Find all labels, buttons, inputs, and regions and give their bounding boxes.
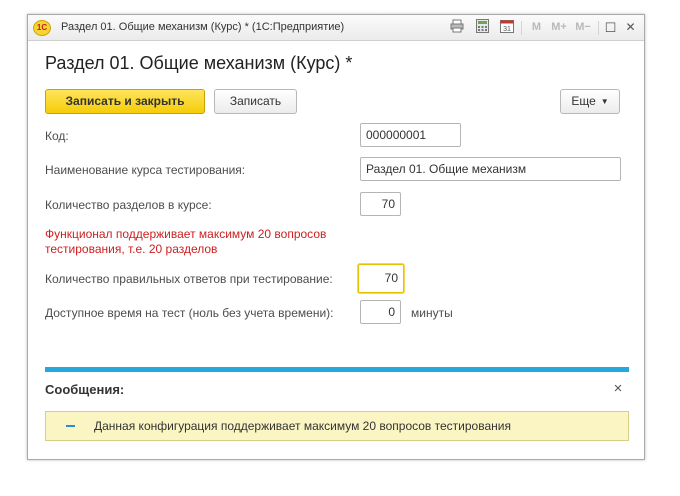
messages-divider — [45, 367, 629, 372]
messages-title: Сообщения: — [45, 382, 125, 397]
save-button[interactable]: Записать — [214, 89, 297, 114]
test-time-label: Доступное время на тест (ноль без учета … — [45, 306, 334, 320]
correct-answers-label: Количество правильных ответов при тестир… — [45, 272, 333, 286]
chevron-down-icon: ▼ — [600, 97, 609, 106]
memory-store-button[interactable]: M — [528, 19, 545, 36]
limit-warning: Функционал поддерживает максимум 20 вопр… — [45, 227, 327, 256]
calendar-icon[interactable]: 31 — [498, 19, 515, 36]
memory-subtract-button[interactable]: M− — [572, 19, 594, 36]
test-time-field[interactable]: 0 — [360, 300, 401, 324]
print-icon[interactable] — [448, 19, 465, 36]
code-field[interactable]: 000000001 — [360, 123, 461, 147]
close-icon[interactable]: ✕ — [622, 19, 639, 36]
close-messages-icon[interactable]: × — [610, 381, 626, 397]
window-title: Раздел 01. Общие механизм (Курс) * (1С:П… — [61, 21, 345, 33]
code-label: Код: — [45, 129, 69, 143]
form-heading: Раздел 01. Общие механизм (Курс) * — [45, 53, 353, 73]
more-button[interactable]: Еще ▼ — [560, 89, 620, 114]
more-button-label: Еще — [571, 94, 596, 108]
toolbar-separator — [521, 21, 522, 35]
save-and-close-button[interactable]: Записать и закрыть — [45, 89, 205, 114]
maximize-icon[interactable]: ☐ — [602, 19, 619, 36]
message-text: Данная конфигурация поддерживает максиму… — [94, 419, 511, 433]
memory-add-button[interactable]: M+ — [548, 19, 570, 36]
sections-count-label: Количество разделов в курсе: — [45, 198, 212, 212]
app-logo-icon[interactable]: 1С — [33, 20, 51, 36]
sections-count-field[interactable]: 70 — [360, 192, 401, 216]
test-time-unit: минуты — [411, 306, 453, 320]
course-name-label: Наименование курса тестирования: — [45, 163, 246, 177]
message-item[interactable]: Данная конфигурация поддерживает максиму… — [45, 411, 629, 441]
collapse-icon — [66, 425, 75, 427]
title-bar: 1С Раздел 01. Общие механизм (Курс) * (1… — [28, 15, 644, 41]
course-name-field[interactable]: Раздел 01. Общие механизм — [360, 157, 621, 181]
calendar-day: 31 — [503, 26, 511, 33]
form-window: 1С Раздел 01. Общие механизм (Курс) * (1… — [27, 14, 645, 460]
toolbar-separator — [598, 21, 599, 35]
calculator-icon[interactable] — [474, 19, 491, 36]
correct-answers-field[interactable]: 70 — [358, 264, 404, 293]
